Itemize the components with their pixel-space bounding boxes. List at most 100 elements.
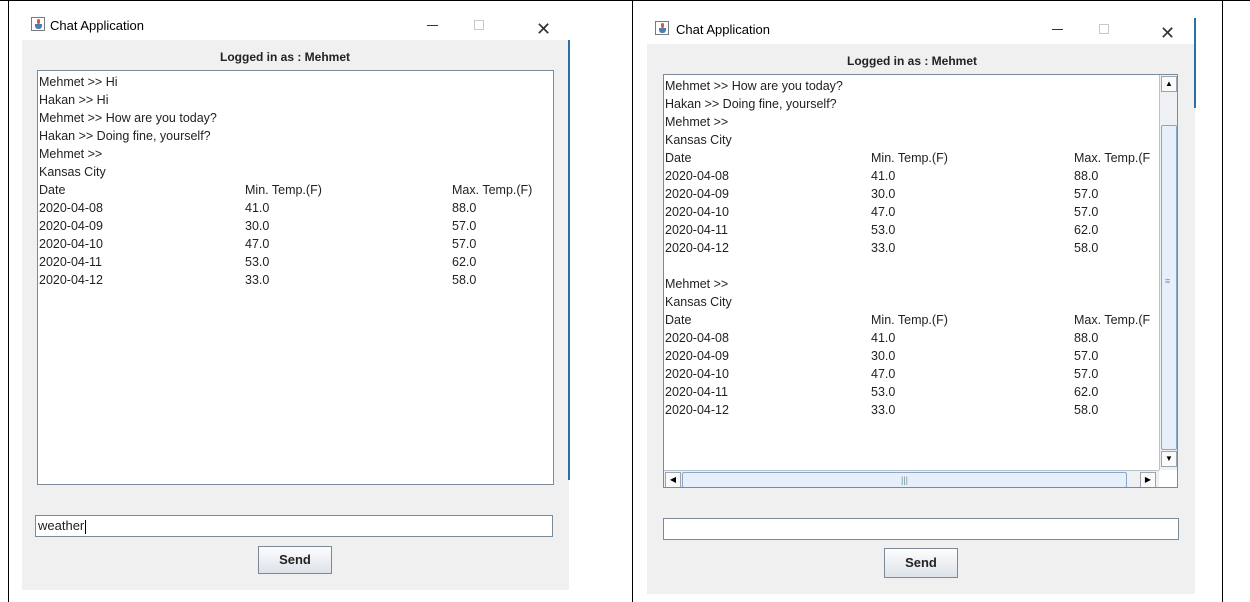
weather-min: 30.0 — [245, 219, 270, 233]
send-button[interactable]: Send — [258, 546, 332, 574]
minimize-icon — [1052, 29, 1063, 30]
minimize-button[interactable] — [1035, 16, 1081, 42]
close-icon: ✕ — [536, 19, 552, 39]
weather-min: 41.0 — [871, 331, 896, 345]
weather-date: 2020-04-10 — [665, 205, 729, 219]
weather-date: 2020-04-08 — [665, 169, 729, 183]
weather-header-date: Date — [665, 313, 692, 327]
weather-max: 62.0 — [452, 255, 477, 269]
close-button[interactable]: ✕ — [1144, 16, 1190, 43]
maximize-icon — [474, 20, 484, 30]
chat-window-left: Chat Application ✕ Logged in as : Mehmet… — [22, 10, 569, 590]
horizontal-scroll-thumb[interactable]: ||| — [682, 472, 1127, 487]
weather-header-date: Date — [39, 183, 66, 197]
message-line: Mehmet >> — [665, 277, 729, 291]
message-line: Hakan >> Doing fine, yourself? — [39, 129, 211, 143]
scroll-down-button[interactable]: ▼ — [1161, 451, 1177, 467]
chat-window-right: Chat Application ✕ Logged in as : Mehmet… — [647, 14, 1195, 594]
weather-date: 2020-04-08 — [39, 201, 103, 215]
weather-header-min: Min. Temp.(F) — [871, 313, 948, 327]
message-line: Kansas City — [665, 133, 732, 147]
close-icon: ✕ — [1160, 23, 1176, 43]
weather-date: 2020-04-11 — [39, 255, 103, 269]
message-input[interactable] — [663, 518, 1179, 540]
weather-min: 53.0 — [871, 385, 896, 399]
message-line: Mehmet >> How are you today? — [665, 79, 843, 93]
vertical-scrollbar[interactable]: ▲ ≡ ▼ — [1159, 75, 1177, 470]
weather-min: 47.0 — [871, 367, 896, 381]
weather-max: 62.0 — [1074, 223, 1099, 237]
message-input[interactable]: weather — [35, 515, 553, 537]
weather-max: 58.0 — [452, 273, 477, 287]
minimize-button[interactable] — [410, 12, 456, 38]
weather-header-date: Date — [665, 151, 692, 165]
message-line: Kansas City — [665, 295, 732, 309]
weather-min: 53.0 — [871, 223, 896, 237]
weather-header-min: Min. Temp.(F) — [245, 183, 322, 197]
message-line: Mehmet >> — [665, 115, 729, 129]
maximize-icon — [1099, 24, 1109, 34]
weather-date: 2020-04-08 — [665, 331, 729, 345]
title-bar[interactable]: Chat Application ✕ — [22, 10, 569, 40]
message-line: Mehmet >> Hi — [39, 75, 118, 89]
weather-max: 57.0 — [1074, 367, 1099, 381]
weather-date: 2020-04-10 — [665, 367, 729, 381]
weather-max: 58.0 — [1074, 403, 1099, 417]
cell-border-top — [0, 0, 1250, 1]
weather-max: 58.0 — [1074, 241, 1099, 255]
weather-min: 41.0 — [871, 169, 896, 183]
window-edge-right — [1194, 18, 1196, 108]
weather-max: 57.0 — [452, 237, 477, 251]
grip-icon: ||| — [901, 475, 909, 485]
weather-max: 62.0 — [1074, 385, 1099, 399]
scroll-left-button[interactable]: ◀ — [665, 472, 681, 487]
text-caret — [85, 519, 87, 534]
weather-date: 2020-04-09 — [39, 219, 103, 233]
weather-min: 30.0 — [871, 349, 896, 363]
horizontal-scrollbar[interactable]: ◀ ||| ▶ — [664, 470, 1159, 487]
chat-log-viewport: Mehmet >> How are you today? Hakan >> Do… — [664, 75, 1159, 470]
scroll-right-button[interactable]: ▶ — [1140, 472, 1156, 487]
weather-date: 2020-04-11 — [665, 223, 729, 237]
logged-in-label: Logged in as : Mehmet — [847, 54, 978, 68]
weather-header-max: Max. Temp.(F — [1074, 313, 1151, 327]
send-button[interactable]: Send — [884, 548, 958, 578]
java-cup-icon — [655, 21, 669, 35]
title-bar[interactable]: Chat Application ✕ — [647, 14, 1195, 44]
maximize-button[interactable] — [1081, 16, 1127, 42]
weather-min: 53.0 — [245, 255, 270, 269]
window-title: Chat Application — [676, 22, 770, 37]
weather-date: 2020-04-11 — [665, 385, 729, 399]
weather-date: 2020-04-12 — [665, 241, 729, 255]
weather-date: 2020-04-09 — [665, 187, 729, 201]
cell-border-left — [8, 0, 9, 602]
message-line: Hakan >> Doing fine, yourself? — [665, 97, 837, 111]
grip-icon: ≡ — [1165, 276, 1171, 286]
weather-max: 57.0 — [1074, 187, 1099, 201]
weather-max: 57.0 — [1074, 205, 1099, 219]
weather-header-min: Min. Temp.(F) — [871, 151, 948, 165]
weather-max: 88.0 — [1074, 169, 1099, 183]
message-line: Kansas City — [39, 165, 106, 179]
cell-border-right — [1222, 0, 1223, 602]
cell-border-middle — [632, 0, 633, 602]
weather-min: 33.0 — [871, 403, 896, 417]
weather-max: 88.0 — [452, 201, 477, 215]
chat-log[interactable]: Mehmet >> Hi Hakan >> Hi Mehmet >> How a… — [37, 70, 554, 485]
weather-min: 33.0 — [245, 273, 270, 287]
maximize-button[interactable] — [456, 12, 502, 38]
message-line: Mehmet >> How are you today? — [39, 111, 217, 125]
window-edge-left — [568, 40, 570, 480]
message-input-value: weather — [38, 518, 85, 533]
minimize-icon — [427, 25, 438, 26]
weather-max: 57.0 — [452, 219, 477, 233]
vertical-scroll-thumb[interactable]: ≡ — [1161, 125, 1177, 450]
close-button[interactable]: ✕ — [520, 12, 566, 39]
weather-date: 2020-04-12 — [39, 273, 103, 287]
weather-header-max: Max. Temp.(F — [1074, 151, 1151, 165]
weather-min: 41.0 — [245, 201, 270, 215]
scroll-up-button[interactable]: ▲ — [1161, 76, 1177, 92]
chat-log[interactable]: Mehmet >> How are you today? Hakan >> Do… — [663, 74, 1178, 488]
weather-date: 2020-04-10 — [39, 237, 103, 251]
message-line: Hakan >> Hi — [39, 93, 109, 107]
